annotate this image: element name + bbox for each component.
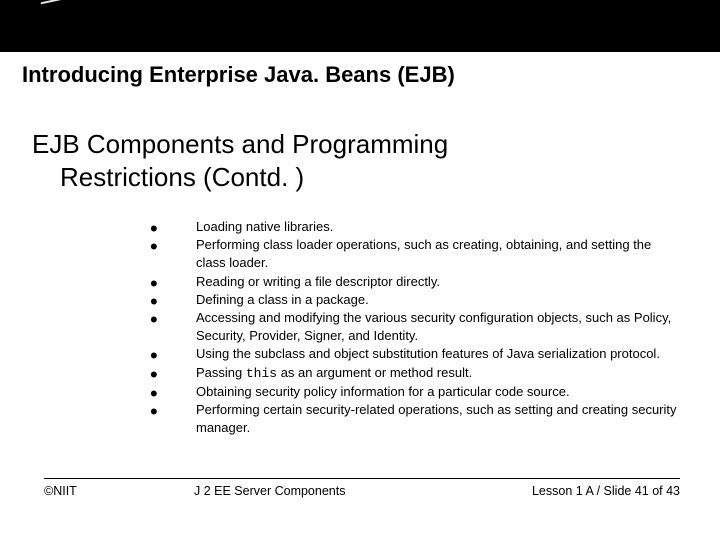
list-item: Using the subclass and object substituti… [150,345,678,363]
subtitle: EJB Components and Programming Restricti… [32,128,692,193]
subtitle-line1: EJB Components and Programming [32,129,448,159]
list-item: Accessing and modifying the various secu… [150,309,678,345]
inline-code: this [246,366,277,381]
header-bar [0,0,720,52]
footer-center: J 2 EE Server Components [164,484,480,498]
footer-right: Lesson 1 A / Slide 41 of 43 [480,484,680,498]
list-item: Loading native libraries. [150,218,678,236]
page-title: Introducing Enterprise Java. Beans (EJB) [22,62,720,88]
list-item: Performing class loader operations, such… [150,236,678,272]
title-block: Introducing Enterprise Java. Beans (EJB) [0,52,720,96]
list-item: Defining a class in a package. [150,291,678,309]
footer-rule [44,478,680,479]
list-item: Obtaining security policy information fo… [150,383,678,401]
list-item: Performing certain security-related oper… [150,401,678,437]
subtitle-line2: Restrictions (Contd. ) [32,162,304,192]
footer-left: ©NIIT [44,484,164,498]
list-item: Reading or writing a file descriptor dir… [150,273,678,291]
footer: ©NIIT J 2 EE Server Components Lesson 1 … [44,484,680,498]
subtitle-text: EJB Components and Programming Restricti… [32,128,692,193]
list-item: Passing this as an argument or method re… [150,364,678,383]
bullet-list: Loading native libraries.Performing clas… [150,218,678,437]
